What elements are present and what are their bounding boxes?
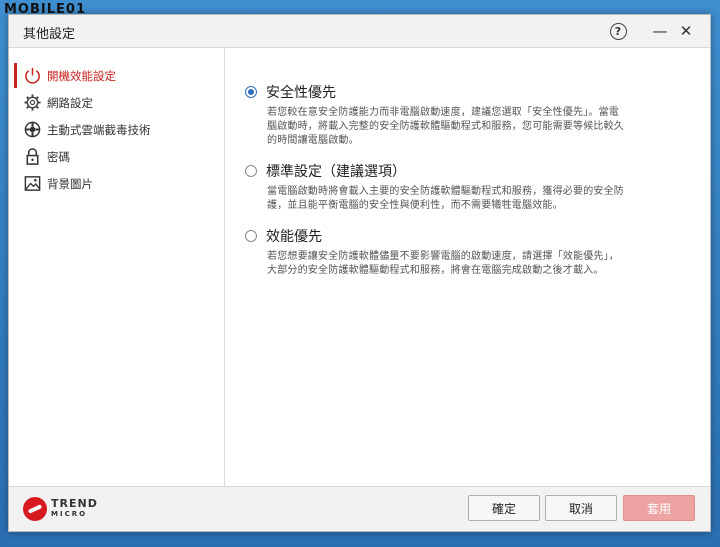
cancel-button[interactable]: 取消 [545, 495, 617, 521]
option-title: 效能優先 [266, 229, 322, 245]
radio-button[interactable] [245, 165, 257, 177]
globe-icon [24, 121, 41, 138]
logo-text-line1: TREND [51, 497, 98, 510]
apply-button[interactable]: 套用 [623, 495, 695, 521]
option-performance-first-radio[interactable]: 效能優先 [245, 226, 686, 246]
logo-text-line2: MICRO [51, 510, 88, 518]
picture-icon [24, 176, 41, 191]
option-description: 若您想要讓安全防護軟體儘量不要影響電腦的啟動速度，請選擇「效能優先」， 大部分的… [267, 251, 619, 276]
option-description: 若您較在意安全防護能力而非電腦啟動速度，建議您選取「安全性優先」。當電 腦啟動時… [267, 107, 624, 146]
gear-icon [24, 94, 41, 111]
sidebar-item-background[interactable]: 背景圖片 [9, 170, 224, 197]
trend-micro-logo-icon [23, 497, 47, 521]
option-security-first: 安全性優先 若您較在意安全防護能力而非電腦啟動速度，建議您選取「安全性優先」。當… [245, 82, 686, 148]
help-icon: ? [609, 22, 627, 40]
title-bar: 其他設定 ? — ✕ [9, 15, 710, 48]
lock-icon [26, 148, 39, 165]
option-standard-radio[interactable]: 標準設定（建議選項） [245, 161, 686, 181]
sidebar: 開機效能設定 網路設定 主動式雲端截毒技術 密碼 背景圖片 [9, 48, 225, 487]
sidebar-item-network[interactable]: 網路設定 [9, 89, 224, 116]
sidebar-item-password[interactable]: 密碼 [9, 143, 224, 170]
option-title: 安全性優先 [266, 85, 336, 101]
sidebar-item-cloud-scan[interactable]: 主動式雲端截毒技術 [9, 116, 224, 143]
sidebar-item-label: 主動式雲端截毒技術 [47, 122, 151, 137]
sidebar-item-label: 背景圖片 [47, 176, 93, 191]
watermark-text: MOBILE01 [4, 2, 86, 17]
power-icon [25, 67, 40, 84]
close-button[interactable]: ✕ [675, 21, 697, 41]
content-panel: 安全性優先 若您較在意安全防護能力而非電腦啟動速度，建議您選取「安全性優先」。當… [225, 48, 710, 487]
sidebar-item-label: 密碼 [47, 149, 70, 164]
option-performance-first: 效能優先 若您想要讓安全防護軟體儘量不要影響電腦的啟動速度，請選擇「效能優先」，… [245, 226, 686, 278]
trend-micro-logo: TREND MICRO [23, 497, 98, 521]
sidebar-item-label: 網路設定 [47, 95, 93, 110]
minimize-icon: — [652, 22, 668, 40]
option-description: 當電腦啟動時將會載入主要的安全防護軟體驅動程式和服務，獲得必要的安全防 護，並且… [267, 186, 624, 211]
radio-button-checked[interactable] [245, 86, 257, 98]
settings-dialog: 其他設定 ? — ✕ 開機效能設定 網路設定 主動式雲端截毒技術 密碼 背景圖片… [8, 14, 711, 532]
ok-button[interactable]: 確定 [468, 495, 540, 521]
option-standard: 標準設定（建議選項） 當電腦啟動時將會載入主要的安全防護軟體驅動程式和服務，獲得… [245, 161, 686, 213]
option-security-first-radio[interactable]: 安全性優先 [245, 82, 686, 102]
minimize-button[interactable]: — [649, 21, 671, 41]
window-title: 其他設定 [23, 27, 76, 42]
close-icon: ✕ [679, 22, 693, 40]
sidebar-item-label: 開機效能設定 [47, 68, 116, 83]
sidebar-item-startup[interactable]: 開機效能設定 [9, 62, 224, 89]
help-button[interactable]: ? [607, 21, 629, 41]
radio-button[interactable] [245, 230, 257, 242]
option-title: 標準設定（建議選項） [266, 164, 406, 180]
dialog-footer: TREND MICRO 確定 取消 套用 [9, 486, 710, 531]
